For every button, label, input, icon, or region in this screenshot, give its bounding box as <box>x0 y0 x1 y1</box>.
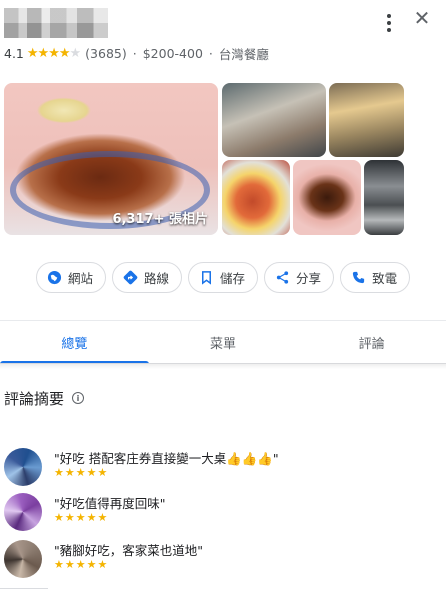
place-meta: 4.1 ★★★★★ (3685) · $200-400 · 台灣餐廳 <box>4 44 269 62</box>
tab-reviews[interactable]: 評論 <box>297 321 446 363</box>
call-label: 致電 <box>372 271 398 286</box>
avatar <box>4 448 42 486</box>
price-range: $200-400 <box>142 45 203 61</box>
place-name-blurred <box>4 8 108 38</box>
photo-thumbnail[interactable] <box>364 160 404 235</box>
review-summary-title: 評論摘要 <box>4 389 65 408</box>
photo-count: 6,317+ 張相片 <box>112 212 208 227</box>
bookmark-icon <box>202 271 212 285</box>
directions-icon <box>123 270 138 285</box>
website-label: 網站 <box>68 271 94 286</box>
action-chips: 網站 路線 儲存 分享 致電 <box>36 262 411 293</box>
meta-separator: · <box>208 45 213 61</box>
review-stars-icon: ★★★★★ <box>54 511 109 524</box>
info-icon[interactable]: i <box>72 392 85 404</box>
directions-button[interactable]: 路線 <box>112 262 183 293</box>
tab-menu[interactable]: 菜單 <box>149 321 298 363</box>
save-label: 儲存 <box>220 271 246 286</box>
review-quote: "豬腳好吃，客家菜也道地" <box>54 543 203 558</box>
photo-thumbnail[interactable] <box>293 160 361 235</box>
main-photo[interactable]: 6,317+ 張相片 <box>4 83 218 235</box>
review-stars-icon: ★★★★★ <box>54 558 109 571</box>
review-summary-heading: 評論摘要 i <box>4 388 85 408</box>
meta-separator: · <box>132 45 137 61</box>
category[interactable]: 台灣餐廳 <box>219 44 269 63</box>
review-snippet[interactable]: "豬腳好吃，客家菜也道地" ★★★★★ <box>4 540 424 580</box>
photo-thumbnail[interactable] <box>329 83 404 157</box>
review-snippet[interactable]: "好吃值得再度回味" ★★★★★ <box>4 493 424 533</box>
share-icon <box>276 271 289 284</box>
tab-bar-shadow <box>0 363 446 369</box>
photo-thumbnail[interactable] <box>222 83 326 157</box>
rating-value: 4.1 <box>4 45 24 61</box>
review-stars-icon: ★★★★★ <box>54 466 109 479</box>
avatar <box>4 493 42 531</box>
website-button[interactable]: 網站 <box>36 262 107 293</box>
globe-icon <box>47 270 62 285</box>
tab-bar: 總覽 菜單 評論 <box>0 321 446 364</box>
more-options-icon[interactable] <box>380 12 398 34</box>
directions-label: 路線 <box>144 271 170 286</box>
review-quote: "好吃 搭配客庄券直接變一大桌👍👍👍" <box>54 451 279 466</box>
divider <box>0 588 48 589</box>
share-button[interactable]: 分享 <box>264 262 335 293</box>
avatar <box>4 540 42 578</box>
save-button[interactable]: 儲存 <box>188 262 259 293</box>
rating-stars-icon: ★★★★★ <box>26 45 81 61</box>
share-label: 分享 <box>296 271 322 286</box>
close-icon[interactable]: ✕ <box>410 6 434 30</box>
tab-overview[interactable]: 總覽 <box>0 321 149 364</box>
photo-thumbnail[interactable] <box>222 160 290 235</box>
review-quote: "好吃值得再度回味" <box>54 496 166 511</box>
phone-icon <box>352 271 365 284</box>
photo-gallery: 6,317+ 張相片 <box>4 83 404 235</box>
reviews-count[interactable]: (3685) <box>85 46 127 61</box>
review-snippet[interactable]: "好吃 搭配客庄券直接變一大桌👍👍👍" ★★★★★ <box>4 448 424 488</box>
call-button[interactable]: 致電 <box>340 262 411 293</box>
